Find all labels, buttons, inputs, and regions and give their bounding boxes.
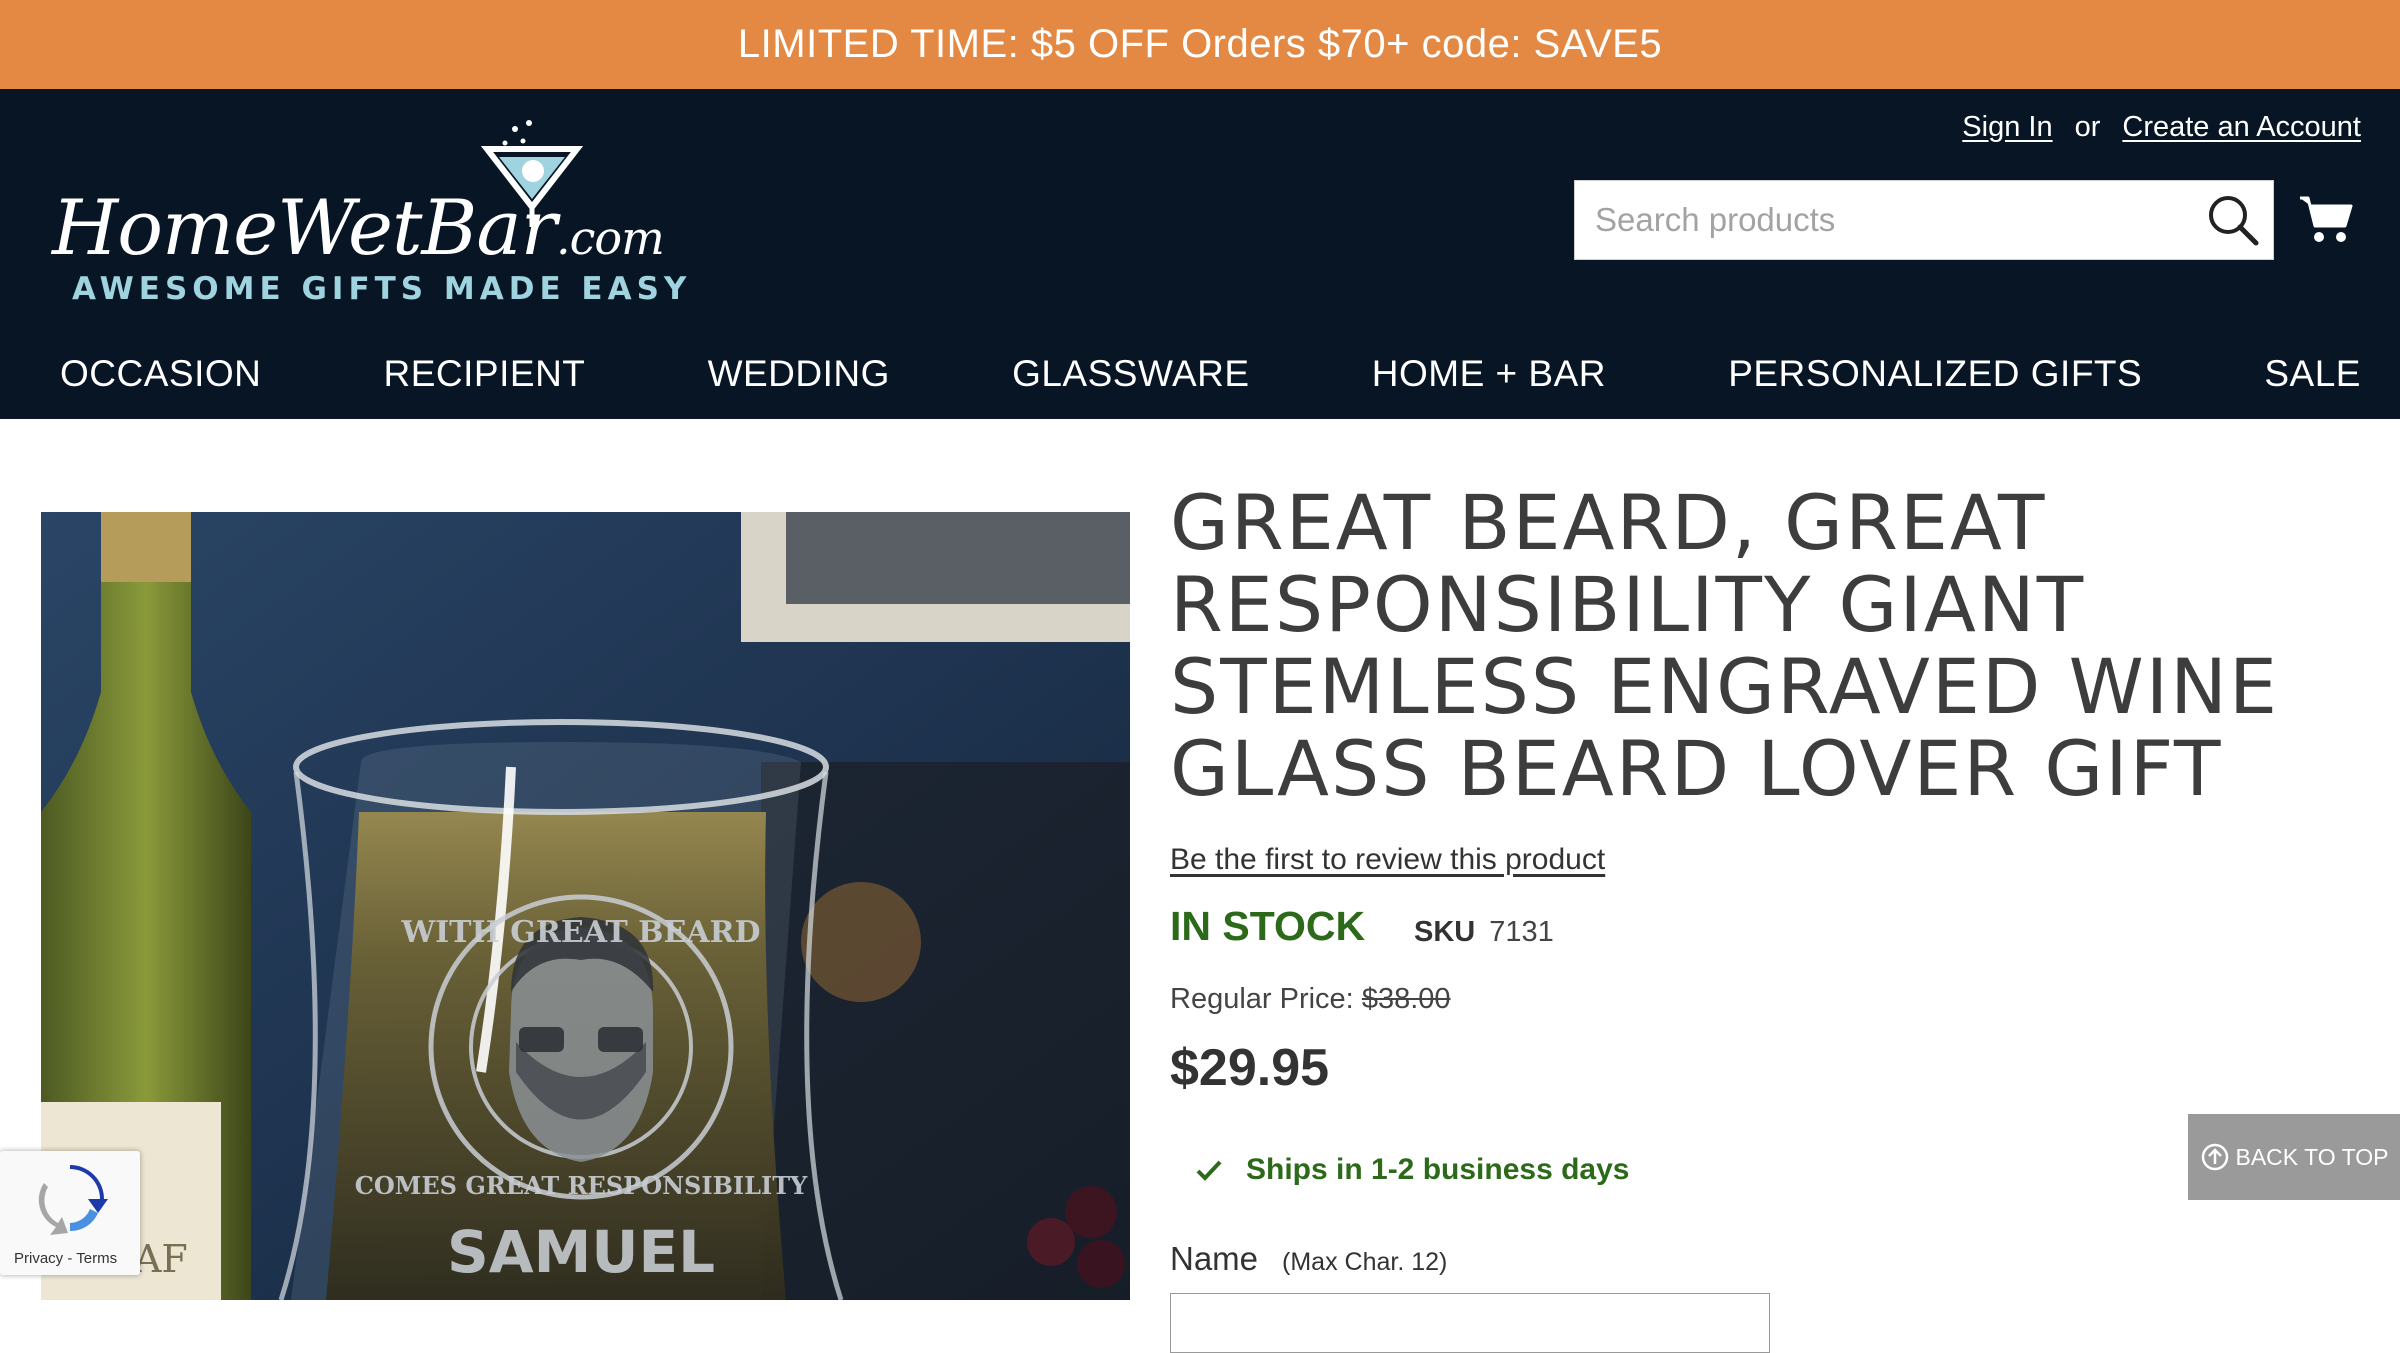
- logo-tagline: AWESOME GIFTS MADE EASY: [72, 271, 692, 307]
- account-links: Sign In or Create an Account: [1962, 111, 2361, 144]
- sku-value: 7131: [1489, 916, 1554, 948]
- sku: SKU 7131: [1414, 916, 1554, 949]
- product-photo: LEAF WITH GREAT BEARD COMES GREAT RESPON…: [41, 512, 1130, 1300]
- sign-in-link[interactable]: Sign In: [1962, 111, 2052, 144]
- logo-wordmark: HomeWetBar.com: [52, 183, 665, 272]
- nav-sale[interactable]: SALE: [2264, 353, 2361, 395]
- nav-recipient[interactable]: RECIPIENT: [384, 353, 586, 395]
- shipping-info: Ships in 1-2 business days: [1196, 1153, 1629, 1187]
- nav-glassware[interactable]: GLASSWARE: [1012, 353, 1250, 395]
- name-input[interactable]: [1170, 1293, 1770, 1353]
- regular-price: Regular Price: $38.00: [1170, 983, 1451, 1016]
- recaptcha-icon: [38, 1165, 108, 1235]
- nav-wedding[interactable]: WEDDING: [708, 353, 890, 395]
- account-or-text: or: [2074, 111, 2101, 143]
- nav-home-bar[interactable]: HOME + BAR: [1372, 353, 1606, 395]
- create-account-link[interactable]: Create an Account: [2122, 111, 2361, 144]
- product-image[interactable]: LEAF WITH GREAT BEARD COMES GREAT RESPON…: [41, 512, 1130, 1300]
- regular-price-value: $38.00: [1361, 983, 1451, 1015]
- shipping-text: Ships in 1-2 business days: [1246, 1153, 1630, 1186]
- checkmark-icon: [1196, 1160, 1222, 1181]
- sku-label: SKU: [1414, 916, 1476, 948]
- nav-occasion[interactable]: OCCASION: [60, 353, 261, 395]
- search-bar: [1574, 180, 2274, 260]
- search-icon: [2209, 196, 2259, 246]
- back-to-top-label: BACK TO TOP: [2235, 1143, 2389, 1170]
- back-to-top-button[interactable]: BACK TO TOP: [2188, 1114, 2400, 1200]
- recaptcha-links[interactable]: Privacy - Terms: [14, 1250, 117, 1267]
- site-header: HomeWetBar.com AWESOME GIFTS MADE EASY S…: [0, 89, 2400, 419]
- stock-status: IN STOCK: [1170, 903, 1366, 949]
- search-input[interactable]: [1575, 181, 2193, 259]
- product-title: GREAT BEARD, GREAT RESPONSIBILITY GIANT …: [1170, 478, 2280, 813]
- nav-personalized-gifts[interactable]: PERSONALIZED GIFTS: [1728, 353, 2142, 395]
- engraving-name-text: SAMUEL: [447, 1218, 715, 1286]
- review-link[interactable]: Be the first to review this product: [1170, 843, 1605, 877]
- engraving-bottom-text: COMES GREAT RESPONSIBILITY: [355, 1171, 808, 1200]
- promo-text: LIMITED TIME: $5 OFF Orders $70+ code: S…: [737, 22, 1663, 66]
- name-field-label: Name (Max Char. 12): [1170, 1240, 1448, 1277]
- promo-banner[interactable]: LIMITED TIME: $5 OFF Orders $70+ code: S…: [0, 0, 2400, 89]
- search-button[interactable]: [2193, 180, 2273, 260]
- cart-icon[interactable]: [2298, 194, 2354, 244]
- arrow-up-circle-icon: [2201, 1143, 2228, 1171]
- regular-price-label: Regular Price:: [1170, 983, 1354, 1015]
- engraving-top-text: WITH GREAT BEARD: [400, 915, 760, 950]
- main-nav: OCCASION RECIPIENT WEDDING GLASSWARE HOM…: [0, 329, 2400, 419]
- sale-price: $29.95: [1170, 1039, 1330, 1097]
- recaptcha-badge[interactable]: Privacy - Terms: [0, 1151, 140, 1275]
- name-field-hint: (Max Char. 12): [1282, 1248, 1448, 1276]
